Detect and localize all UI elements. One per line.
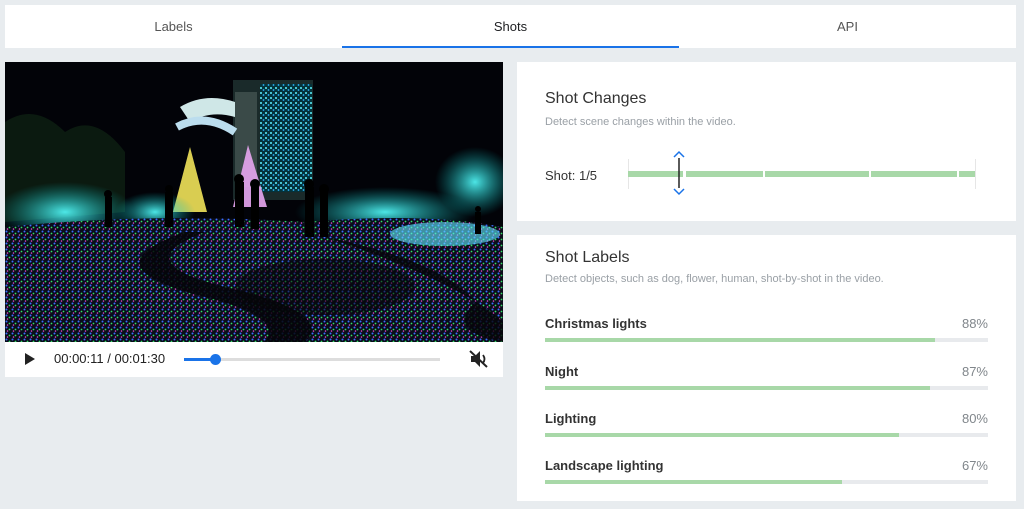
- timecode: 00:00:11 / 00:01:30: [54, 351, 166, 366]
- shot-labels-title: Shot Labels: [545, 249, 630, 266]
- shot-segment-3[interactable]: [765, 171, 869, 177]
- seek-bar[interactable]: [184, 354, 440, 365]
- shot-changes-subtitle: Detect scene changes within the video.: [545, 116, 736, 128]
- video-frame[interactable]: [5, 62, 503, 342]
- shot-labels-subtitle: Detect objects, such as dog, flower, hum…: [545, 273, 884, 285]
- label-bar-fill: [545, 338, 935, 342]
- label-name: Landscape lighting: [545, 458, 664, 473]
- tab-shots[interactable]: Shots: [342, 5, 679, 48]
- tab-api[interactable]: API: [679, 5, 1016, 48]
- player-controls: 00:00:11 / 00:01:30: [5, 342, 503, 377]
- label-row: Night 87%: [545, 364, 988, 398]
- shot-segment-5[interactable]: [959, 171, 975, 177]
- label-row: Lighting 80%: [545, 411, 988, 445]
- volume-muted-icon[interactable]: [469, 350, 489, 368]
- tab-bar: Labels Shots API: [5, 5, 1016, 48]
- play-icon[interactable]: [25, 353, 35, 365]
- label-row: Christmas lights 88%: [545, 316, 988, 350]
- label-name: Christmas lights: [545, 316, 647, 331]
- shot-counter: Shot: 1/5: [545, 168, 598, 183]
- label-bar: [545, 386, 988, 390]
- tab-labels[interactable]: Labels: [5, 5, 342, 48]
- label-bar-fill: [545, 480, 842, 484]
- label-bar-fill: [545, 433, 900, 437]
- video-player: 00:00:11 / 00:01:30: [5, 62, 503, 377]
- label-bar: [545, 433, 988, 437]
- video-frame-image: [5, 62, 503, 342]
- seek-thumb[interactable]: [209, 354, 221, 365]
- shot-tick: [975, 159, 976, 189]
- shot-changes-title: Shot Changes: [545, 90, 647, 107]
- shot-changes-card: Shot Changes Detect scene changes within…: [517, 62, 1016, 221]
- label-bar: [545, 480, 988, 484]
- label-bar-fill: [545, 386, 931, 390]
- label-name: Lighting: [545, 411, 597, 426]
- label-percent: 80%: [961, 411, 988, 426]
- label-percent: 67%: [961, 458, 988, 473]
- label-percent: 87%: [961, 364, 988, 379]
- label-row: Landscape lighting 67%: [545, 458, 988, 492]
- shot-cursor-handle[interactable]: [672, 150, 686, 196]
- shot-timeline[interactable]: [628, 150, 976, 196]
- shot-labels-card: Shot Labels Detect objects, such as dog,…: [517, 235, 1016, 501]
- label-bar: [545, 338, 988, 342]
- label-name: Night: [545, 364, 579, 379]
- shot-segment-2[interactable]: [686, 171, 763, 177]
- shot-segment-4[interactable]: [871, 171, 957, 177]
- label-percent: 88%: [961, 316, 988, 331]
